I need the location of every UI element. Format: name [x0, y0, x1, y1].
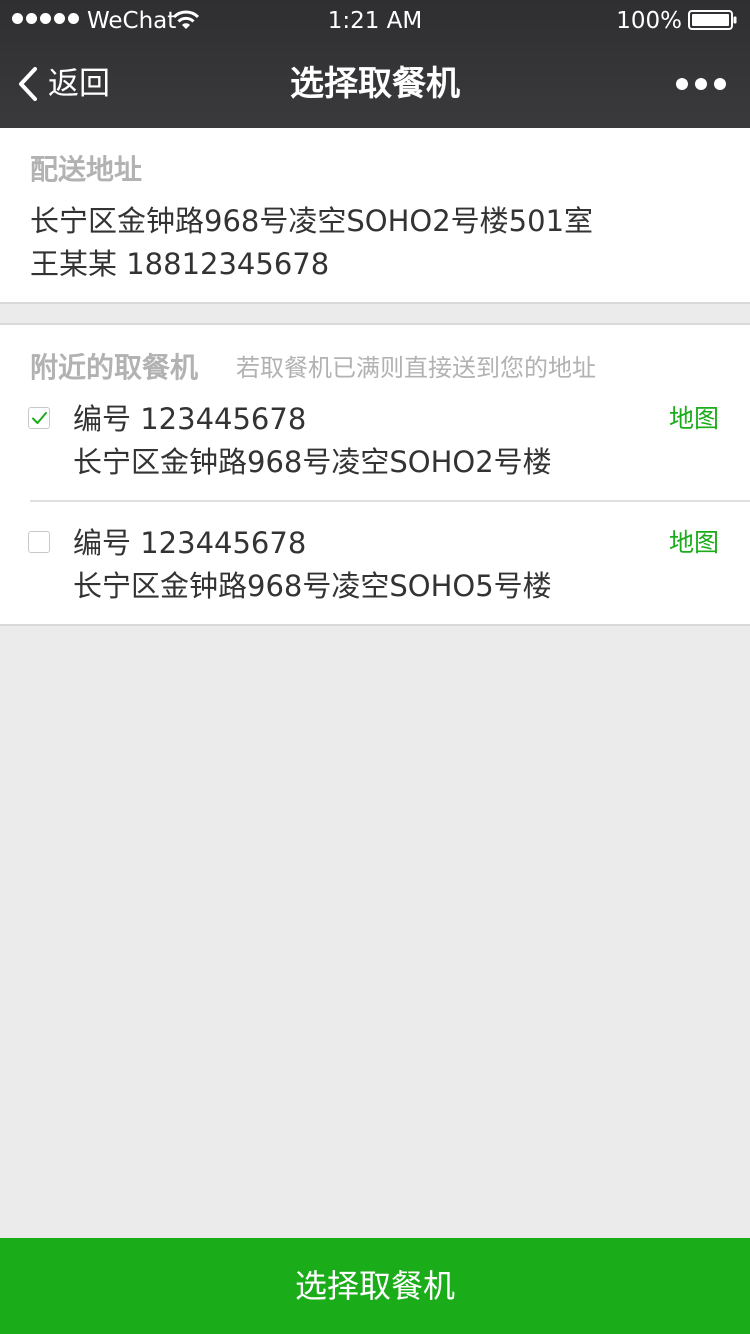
- battery-icon: [688, 10, 737, 30]
- delivery-address-card: 配送地址 长宁区金钟路968号凌空SOHO2号楼501室 王某某 1881234…: [0, 128, 750, 304]
- machine-address: 长宁区金钟路968号凌空SOHO2号楼: [73, 445, 552, 479]
- machine-checkbox-checked[interactable]: [28, 407, 50, 429]
- header: WeChat 1:21 AM 100% 返回 选择取餐机: [0, 0, 750, 128]
- back-label: 返回: [48, 66, 110, 102]
- delivery-address-line: 长宁区金钟路968号凌空SOHO2号楼501室: [30, 204, 594, 238]
- recipient-contact: 王某某 18812345678: [30, 247, 330, 281]
- more-dot-icon: [695, 78, 707, 90]
- status-bar: WeChat 1:21 AM 100%: [0, 0, 750, 40]
- machine-id: 编号 123445678: [73, 526, 307, 560]
- nearby-machines-hint: 若取餐机已满则直接送到您的地址: [236, 354, 596, 382]
- checkmark-icon: [32, 412, 47, 424]
- machine-checkbox-unchecked[interactable]: [28, 531, 50, 553]
- more-button[interactable]: [676, 74, 726, 94]
- more-dot-icon: [714, 78, 726, 90]
- more-dot-icon: [676, 78, 688, 90]
- battery-percentage: 100%: [616, 8, 682, 34]
- chevron-left-icon: [19, 67, 37, 101]
- back-button[interactable]: 返回: [16, 64, 110, 104]
- machine-address: 长宁区金钟路968号凌空SOHO5号楼: [73, 569, 552, 603]
- delivery-address-title: 配送地址: [30, 153, 143, 186]
- page: WeChat 1:21 AM 100% 返回 选择取餐机 配送地址 长宁区金钟路…: [0, 0, 750, 1334]
- page-title: 选择取餐机: [290, 64, 460, 104]
- machine-option[interactable]: 编号 123445678 长宁区金钟路968号凌空SOHO5号楼 地图: [0, 521, 750, 631]
- select-machine-button[interactable]: 选择取餐机: [0, 1238, 750, 1334]
- divider: [30, 500, 750, 502]
- nearby-machines-title: 附近的取餐机: [30, 351, 199, 384]
- machine-id: 编号 123445678: [73, 402, 307, 436]
- machine-option[interactable]: 编号 123445678 长宁区金钟路968号凌空SOHO2号楼 地图: [0, 397, 750, 507]
- map-link[interactable]: 地图: [669, 401, 719, 437]
- nav-bar: 返回 选择取餐机: [0, 40, 750, 128]
- nearby-machines-card: 附近的取餐机 若取餐机已满则直接送到您的地址 编号 123445678 长宁区金…: [0, 323, 750, 626]
- map-link[interactable]: 地图: [669, 525, 719, 561]
